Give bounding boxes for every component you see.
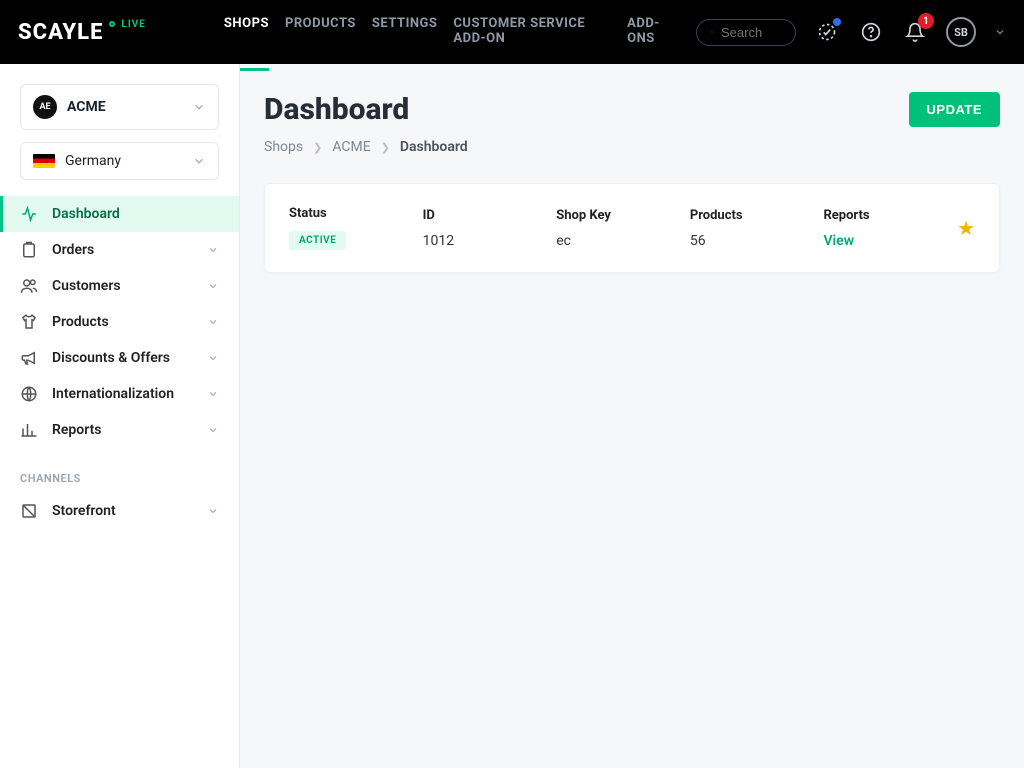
activity-icon bbox=[20, 205, 38, 223]
chevron-down-icon bbox=[207, 505, 219, 517]
sidebar-item-reports[interactable]: Reports bbox=[0, 412, 239, 448]
col-value-products: 56 bbox=[690, 233, 824, 249]
chevron-right-icon: ❯ bbox=[381, 141, 390, 154]
sidebar-item-orders[interactable]: Orders bbox=[0, 232, 239, 268]
search-icon bbox=[711, 25, 713, 39]
shop-selector-label: ACME bbox=[67, 99, 106, 115]
page-header: Dashboard Shops ❯ ACME ❯ Dashboard UPDAT… bbox=[264, 92, 1000, 155]
sidebar-menu: Dashboard Orders Customers Products Disc… bbox=[0, 196, 239, 529]
main-content: Dashboard Shops ❯ ACME ❯ Dashboard UPDAT… bbox=[240, 64, 1024, 768]
col-products: Products 56 bbox=[690, 208, 824, 249]
megaphone-icon bbox=[20, 349, 38, 367]
col-header-reports: Reports bbox=[823, 208, 957, 223]
col-status: Status ACTIVE bbox=[289, 206, 423, 250]
col-reports: Reports View bbox=[823, 208, 957, 249]
nav-customer-service[interactable]: CUSTOMER SERVICE ADD-ON bbox=[453, 0, 611, 71]
header-icons: 1 SB bbox=[814, 17, 1006, 47]
user-menu-chevron-icon[interactable] bbox=[994, 26, 1006, 38]
globe-icon bbox=[20, 385, 38, 403]
sidebar-item-label: Customers bbox=[52, 278, 121, 294]
col-shopkey: Shop Key ec bbox=[556, 208, 690, 249]
breadcrumb-current: Dashboard bbox=[400, 139, 468, 155]
storefront-icon bbox=[20, 502, 38, 520]
sidebar-item-label: Discounts & Offers bbox=[52, 350, 170, 366]
sidebar-item-label: Products bbox=[52, 314, 109, 330]
chevron-down-icon bbox=[207, 388, 219, 400]
sidebar-item-label: Dashboard bbox=[52, 206, 120, 222]
reports-view-link[interactable]: View bbox=[823, 233, 957, 249]
sidebar-item-label: Orders bbox=[52, 242, 94, 258]
layout-body: AE ACME Germany Dashboard Orders Custome… bbox=[0, 64, 1024, 768]
chevron-down-icon bbox=[192, 100, 206, 114]
shop-selector[interactable]: AE ACME bbox=[20, 84, 219, 130]
status-dot-icon bbox=[833, 18, 841, 26]
notifications-badge: 1 bbox=[918, 13, 934, 29]
country-selector[interactable]: Germany bbox=[20, 142, 219, 180]
chevron-down-icon bbox=[207, 244, 219, 256]
brand-name: SCAYLE bbox=[18, 20, 103, 45]
sidebar-section-channels: CHANNELS bbox=[0, 448, 239, 493]
sidebar-item-dashboard[interactable]: Dashboard bbox=[0, 196, 239, 232]
nav-addons[interactable]: ADD-ONS bbox=[627, 0, 678, 71]
shirt-icon bbox=[20, 313, 38, 331]
activity-status-icon[interactable] bbox=[814, 19, 840, 45]
sidebar-item-discounts[interactable]: Discounts & Offers bbox=[0, 340, 239, 376]
chevron-down-icon bbox=[207, 280, 219, 292]
env-badge: LIVE bbox=[121, 19, 146, 30]
breadcrumb: Shops ❯ ACME ❯ Dashboard bbox=[264, 139, 468, 155]
user-avatar[interactable]: SB bbox=[946, 17, 976, 47]
breadcrumb-shops[interactable]: Shops bbox=[264, 139, 303, 155]
chevron-down-icon bbox=[192, 154, 206, 168]
sidebar-item-customers[interactable]: Customers bbox=[0, 268, 239, 304]
search-box[interactable] bbox=[696, 19, 796, 46]
status-badge: ACTIVE bbox=[289, 231, 346, 250]
bar-chart-icon bbox=[20, 421, 38, 439]
search-input[interactable] bbox=[721, 25, 781, 40]
notifications-icon[interactable]: 1 bbox=[902, 19, 928, 45]
sidebar-item-products[interactable]: Products bbox=[0, 304, 239, 340]
sidebar: AE ACME Germany Dashboard Orders Custome… bbox=[0, 64, 240, 768]
germany-flag-icon bbox=[33, 154, 55, 168]
brand-logo[interactable]: SCAYLE LIVE bbox=[18, 20, 146, 45]
users-icon bbox=[20, 277, 38, 295]
nav-products[interactable]: PRODUCTS bbox=[285, 0, 356, 71]
col-header-id: ID bbox=[423, 208, 557, 223]
sidebar-item-label: Storefront bbox=[52, 503, 116, 519]
col-id: ID 1012 bbox=[423, 208, 557, 249]
col-value-id: 1012 bbox=[423, 233, 557, 249]
help-icon[interactable] bbox=[858, 19, 884, 45]
col-header-status: Status bbox=[289, 206, 423, 221]
chevron-down-icon bbox=[207, 316, 219, 328]
nav-settings[interactable]: SETTINGS bbox=[372, 0, 438, 71]
breadcrumb-acme[interactable]: ACME bbox=[332, 139, 370, 155]
topbar: SCAYLE LIVE SHOPS PRODUCTS SETTINGS CUST… bbox=[0, 0, 1024, 64]
nav-shops[interactable]: SHOPS bbox=[224, 0, 269, 71]
page-title: Dashboard bbox=[264, 92, 468, 127]
col-header-products: Products bbox=[690, 208, 824, 223]
chevron-down-icon bbox=[207, 352, 219, 364]
summary-card: Status ACTIVE ID 1012 Shop Key ec Produc… bbox=[264, 183, 1000, 273]
shop-avatar: AE bbox=[33, 95, 57, 119]
sidebar-item-storefront[interactable]: Storefront bbox=[0, 493, 239, 529]
main-nav: SHOPS PRODUCTS SETTINGS CUSTOMER SERVICE… bbox=[224, 0, 678, 71]
brand-dot-icon bbox=[109, 21, 115, 27]
chevron-down-icon bbox=[207, 424, 219, 436]
favorite-star-icon[interactable]: ★ bbox=[957, 216, 975, 240]
col-value-shopkey: ec bbox=[556, 233, 690, 249]
sidebar-item-label: Internationalization bbox=[52, 386, 174, 402]
country-selector-label: Germany bbox=[65, 153, 121, 169]
sidebar-item-intl[interactable]: Internationalization bbox=[0, 376, 239, 412]
col-header-shopkey: Shop Key bbox=[556, 208, 690, 223]
clipboard-icon bbox=[20, 241, 38, 259]
chevron-right-icon: ❯ bbox=[313, 141, 322, 154]
sidebar-item-label: Reports bbox=[52, 422, 102, 438]
update-button[interactable]: UPDATE bbox=[909, 92, 1000, 127]
